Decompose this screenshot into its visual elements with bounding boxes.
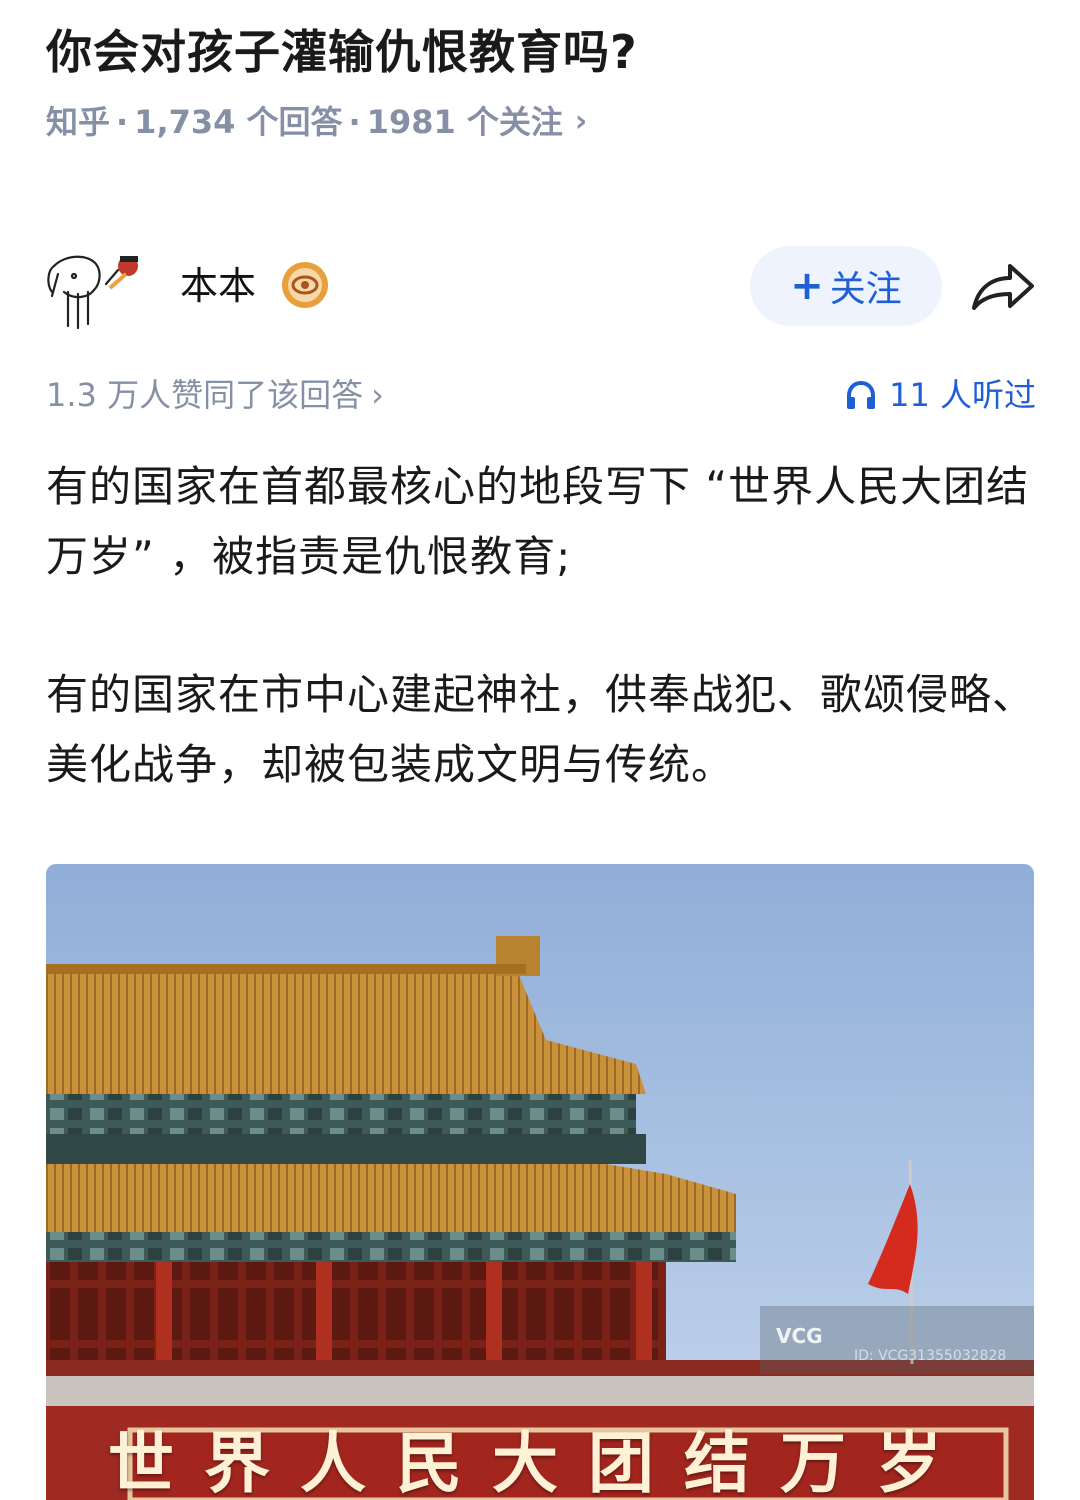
listen-text: 11 人听过	[889, 376, 1036, 414]
follow-label: 关注	[829, 269, 902, 310]
upvote-text: 1.3 万人赞同了该回答	[46, 376, 364, 414]
meta-separator: ·	[116, 103, 129, 141]
share-arrow-icon[interactable]	[970, 258, 1036, 314]
banner-slogan: 世界人民大团结万岁	[108, 1424, 972, 1500]
avatar[interactable]	[44, 244, 148, 334]
coin-eye-badge-icon	[282, 262, 328, 308]
answer-count: 1,734 个回答	[134, 103, 343, 141]
answer-image[interactable]: VCG ID: VCG31355032828 世界人民大团结万岁	[46, 864, 1034, 1500]
image-watermark: VCG ID: VCG31355032828	[760, 1306, 1034, 1374]
listen-count[interactable]: 11 人听过	[845, 372, 1036, 418]
answer-paragraph: 有的国家在首都最核心的地段写下 “世界人民大团结万岁” ，被指责是仇恨教育;	[46, 462, 1030, 581]
tiananmen-photo	[46, 864, 1034, 1500]
answer-paragraph: 有的国家在市中心建起神社，供奉战犯、歌颂侵略、美化战争，却被包装成文明与传统。	[46, 670, 1036, 789]
chevron-right-icon: ›	[371, 376, 384, 414]
question-title[interactable]: 你会对孩子灌输仇恨教育吗?	[46, 22, 1046, 82]
headphones-icon	[847, 380, 876, 409]
question-meta[interactable]: 知乎 · 1,734 个回答 · 1981 个关注 ›	[46, 100, 587, 144]
author-name[interactable]: 本本	[180, 262, 256, 310]
upvote-summary[interactable]: 1.3 万人赞同了该回答 ›	[46, 372, 384, 418]
follower-count: 1981 个关注	[366, 103, 563, 141]
source-label: 知乎	[46, 103, 111, 141]
watermark-id: ID: VCG31355032828	[854, 1348, 1007, 1364]
author-row: 本本 + 关注	[44, 240, 1044, 336]
follow-button[interactable]: + 关注	[750, 246, 942, 326]
watermark-brand: VCG	[776, 1324, 823, 1348]
plus-icon: +	[790, 263, 824, 309]
stats-row: 1.3 万人赞同了该回答 › 11 人听过	[46, 372, 1036, 420]
meta-separator: ·	[348, 103, 361, 141]
chevron-right-icon: ›	[574, 104, 588, 139]
